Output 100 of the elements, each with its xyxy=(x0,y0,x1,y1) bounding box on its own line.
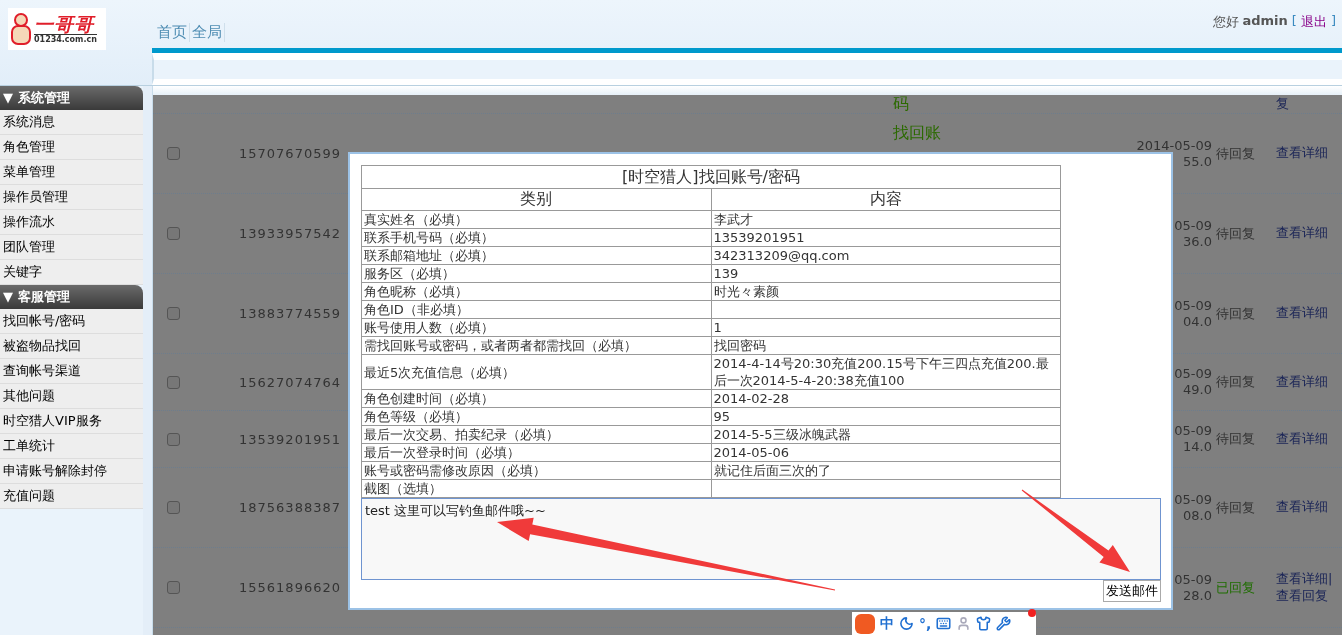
separator: | xyxy=(1328,570,1333,588)
field-value: 就记住后面三次的了 xyxy=(711,461,1061,480)
field-label: 需找回账号或密码，或者两者都需找回（必填） xyxy=(361,336,711,355)
row-checkbox[interactable] xyxy=(166,432,180,446)
keyboard-icon[interactable] xyxy=(936,616,952,631)
table-cell-text: 2014-05-09 55.0 xyxy=(1136,137,1213,170)
dialog-title: [时空猎人]找回账号/密码 xyxy=(361,165,1061,189)
sidebar-item[interactable]: 找回帐号/密码 xyxy=(0,309,143,334)
table-cell-text: 05-09 36.0 xyxy=(1174,217,1213,250)
column-header: 内容 xyxy=(711,188,1061,211)
sidebar-item[interactable]: 申请账号解除封停 xyxy=(0,459,143,484)
field-label: 最后一次登录时间（必填） xyxy=(361,443,711,462)
row-checkbox[interactable] xyxy=(166,501,180,514)
field-value: 13539201951 xyxy=(711,228,1061,247)
field-label: 账号使用人数（必填） xyxy=(361,318,711,337)
field-label: 角色等级（必填） xyxy=(361,407,711,426)
shirt-icon[interactable] xyxy=(976,616,992,631)
table-cell: 码 xyxy=(893,95,909,113)
sidebar-item[interactable]: 团队管理 xyxy=(0,235,143,260)
field-value: 2014-05-06 xyxy=(711,443,1061,462)
ime-logo-icon[interactable] xyxy=(855,613,875,634)
field-label: 最后一次交易、拍卖纪录（必填） xyxy=(361,425,711,444)
field-label: 联系邮箱地址（必填） xyxy=(361,246,711,265)
field-value: 找回密码 xyxy=(711,336,1061,355)
logout-link[interactable]: 退出 xyxy=(1300,13,1327,31)
field-value: 2014-5-5三级冰魄武器 xyxy=(711,425,1061,444)
table-cell: 找回账 xyxy=(893,124,941,142)
row-checkbox[interactable] xyxy=(166,375,180,389)
wrench-icon[interactable] xyxy=(996,616,1012,631)
field-value: 95 xyxy=(711,407,1061,426)
table-cell-text: 15707670599 xyxy=(238,146,342,161)
sidebar-item[interactable]: 查询帐号渠道 xyxy=(0,359,143,384)
bracket: [ xyxy=(1291,13,1297,28)
sidebar-item[interactable]: 充值问题 xyxy=(0,484,143,509)
detail-link[interactable]: 查看详细 xyxy=(1276,570,1328,588)
field-label: 角色昵称（必填） xyxy=(361,282,711,301)
detail-link[interactable]: 查看详细 xyxy=(1276,430,1328,448)
field-label: 服务区（必填） xyxy=(361,264,711,283)
field-value: 2014-4-14号20:30充值200.15号下午三四点充值200.最后一次2014-5-4-20:38充值100 xyxy=(711,354,1061,390)
table-cell-text: 13933957542 xyxy=(238,226,342,241)
user-icon[interactable] xyxy=(956,616,972,631)
reply-link[interactable]: 复 xyxy=(1276,96,1289,112)
sidebar-item[interactable]: 菜单管理 xyxy=(0,160,143,185)
field-value: 李武才 xyxy=(711,210,1061,229)
row-checkbox[interactable] xyxy=(166,227,180,240)
detail-link[interactable]: 查看详细 xyxy=(1276,305,1328,322)
row-checkbox[interactable] xyxy=(166,307,180,320)
row-checkbox[interactable] xyxy=(166,581,180,594)
table-cell-text: 05-09 28.0 xyxy=(1174,571,1213,604)
sidebar-item[interactable]: 角色管理 xyxy=(0,135,143,160)
message-field[interactable]: test 这里可以写钓鱼邮件哦~~ xyxy=(361,498,1161,580)
detail-link[interactable]: 查看详细 xyxy=(1276,373,1328,391)
user-name: admin xyxy=(1242,13,1288,28)
logo-name: 一哥哥 xyxy=(34,14,97,34)
send-button[interactable]: 发送邮件 xyxy=(1103,580,1161,602)
moon-icon[interactable] xyxy=(899,616,914,631)
ime-punctuation[interactable]: °, xyxy=(919,615,932,632)
sidebar-section-header[interactable]: ▼ 客服管理 xyxy=(0,285,143,309)
field-label: 联系手机号码（必填） xyxy=(361,228,711,247)
sidebar-item[interactable]: 操作员管理 xyxy=(0,185,143,210)
sidebar-item[interactable]: 关键字 xyxy=(0,260,143,285)
ime-mode[interactable]: 中 xyxy=(880,614,894,633)
detail-link[interactable]: 查看回复 xyxy=(1276,587,1328,605)
detail-link[interactable]: 查看详细 xyxy=(1276,145,1328,162)
field-value: 2014-02-28 xyxy=(711,389,1061,408)
status-text: 已回复 xyxy=(1216,578,1256,597)
status-text: 待回复 xyxy=(1216,224,1256,243)
field-label: 账号或密码需修改原因（必填） xyxy=(361,461,711,480)
bracket: ] xyxy=(1330,13,1336,28)
field-value: 342313209@qq.com xyxy=(711,246,1061,265)
table-cell-text: 18756388387 xyxy=(238,500,342,515)
detail-link[interactable]: 查看详细 xyxy=(1276,225,1328,242)
field-value: 1 xyxy=(711,318,1061,337)
status-text: 待回复 xyxy=(1216,304,1256,323)
detail-link[interactable]: 查看详细 xyxy=(1276,499,1328,516)
sidebar-section-header[interactable]: ▼ 系统管理 xyxy=(0,86,143,110)
table-cell-text: 05-09 49.0 xyxy=(1174,366,1213,398)
sidebar-item[interactable]: 系统消息 xyxy=(0,110,143,135)
sidebar-item[interactable]: 时空猎人VIP服务 xyxy=(0,409,143,434)
status-text: 待回复 xyxy=(1216,498,1256,517)
table-cell-text: 05-09 08.0 xyxy=(1174,491,1213,524)
table-cell-text: 13539201951 xyxy=(238,431,342,447)
table-cell-text: 15561896620 xyxy=(238,580,342,595)
status-text: 待回复 xyxy=(1216,430,1256,448)
sidebar-item[interactable]: 其他问题 xyxy=(0,384,143,409)
logo-domain: 01234.com.cn xyxy=(34,33,97,44)
greeting: 您好 xyxy=(1212,13,1239,31)
sidebar-item[interactable]: 操作流水 xyxy=(0,210,143,235)
table-cell-text: 05-09 04.0 xyxy=(1174,297,1213,330)
sidebar-item[interactable]: 工单统计 xyxy=(0,434,143,459)
sidebar-item[interactable]: 被盗物品找回 xyxy=(0,334,143,359)
notification-dot xyxy=(1028,609,1036,617)
row-checkbox[interactable] xyxy=(166,147,180,160)
field-value: 139 xyxy=(711,264,1061,283)
table-cell-text: 15627074764 xyxy=(238,374,342,390)
field-value: 时光々素颜 xyxy=(711,282,1061,301)
field-label: 截图（选填） xyxy=(361,479,711,498)
field-label: 真实姓名（必填） xyxy=(361,210,711,229)
field-label: 角色创建时间（必填） xyxy=(361,389,711,408)
table-cell-text: 05-09 14.0 xyxy=(1174,423,1213,455)
